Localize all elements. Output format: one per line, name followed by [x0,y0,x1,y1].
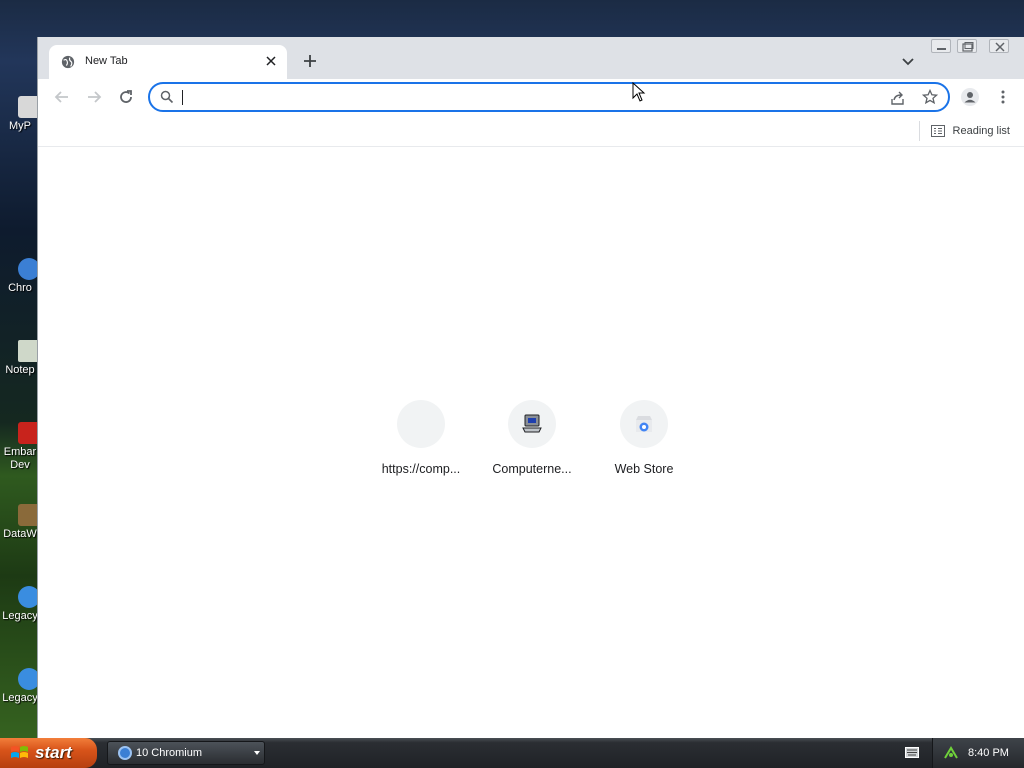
close-icon [266,56,276,66]
clock[interactable]: 8:40 PM [968,747,1009,759]
desktop-icon-label: DataW [3,528,37,540]
desktop-icon-label: MyP [9,120,31,132]
taskbar-button-label: 10 Chromium [136,747,203,759]
shortcut-label: Web Store [614,462,674,476]
search-icon [160,90,174,104]
desktop-icon-label: Legacy [2,692,38,704]
share-icon[interactable] [890,90,906,106]
computer-favicon-icon [508,400,556,448]
shortcut-tile[interactable]: https://comp... [371,400,471,476]
reading-list-icon [930,125,945,137]
desktop-icon-label: Notep [5,364,35,376]
close-icon [995,42,1005,52]
text-caret [182,90,183,105]
chromium-icon [118,746,132,760]
shortcut-label: Computerne... [492,462,572,476]
new-tab-page: https://comp... Computerne... Web Store [38,148,1024,738]
address-input[interactable] [180,88,880,106]
arrow-right-icon[interactable] [84,87,104,107]
minimize-icon [937,48,946,50]
reading-list-label: Reading list [952,125,1010,137]
start-button[interactable]: start [0,738,97,768]
dropdown-arrow-icon [254,751,260,755]
star-icon[interactable] [922,89,938,105]
taskbar-chromium-group[interactable]: 10 Chromium [107,741,265,765]
windows-logo-icon [11,746,28,758]
system-tray: 8:40 PM [932,738,1024,768]
tab-new-tab[interactable]: New Tab [49,45,287,79]
shortcut-label: https://comp... [381,462,461,476]
desktop-icon-legacy-2[interactable]: Legacy [0,668,40,705]
separator [919,121,920,141]
omnibox[interactable] [148,82,950,112]
network-icon[interactable] [943,746,959,760]
browser-window: New Tab Reading list https://comp... Com… [37,37,1024,738]
desktop-icon-label: Embar Dev [3,446,37,471]
shortcut-tile[interactable]: Computerne... [482,400,582,476]
blank-favicon-icon [397,400,445,448]
desktop-icon-legacy-1[interactable]: Legacy [0,586,40,623]
taskbar: start 10 Chromium 8:40 PM [0,738,1024,768]
toolbar [38,79,1024,115]
desktop-icon-embarcadero[interactable]: Embar Dev [0,422,40,472]
tab-strip: New Tab [38,37,1024,79]
desktop-icon-myp[interactable]: MyP [0,96,40,133]
desktop-icon-dataw[interactable]: DataW [0,504,40,541]
profile-icon[interactable] [960,87,980,107]
restore-button[interactable] [957,39,977,53]
restore-icon [962,42,974,52]
web-store-favicon-icon [620,400,668,448]
start-label: start [35,743,72,762]
chevron-down-icon[interactable] [900,53,916,69]
desktop-icon-chromium[interactable]: Chro [0,258,40,295]
kebab-menu-icon[interactable] [993,87,1013,107]
shortcut-tile[interactable]: Web Store [594,400,694,476]
tab-close-button[interactable] [263,53,279,69]
mouse-cursor-icon [632,82,646,102]
globe-icon [61,55,75,69]
new-tab-button[interactable] [300,51,320,71]
plus-icon [304,55,316,67]
window-close-button[interactable] [989,39,1009,53]
minimize-button[interactable] [931,39,951,53]
reading-list-button[interactable]: Reading list [930,121,1010,141]
desktop-icon-label: Chro [8,282,32,294]
desktop-icon-notepad[interactable]: Notep [0,340,40,377]
reload-icon[interactable] [116,87,136,107]
tab-title: New Tab [85,55,128,67]
bookmark-bar: Reading list [38,115,1024,147]
arrow-left-icon[interactable] [52,87,72,107]
desktop-icon-label: Legacy [2,610,38,622]
keyboard-icon[interactable] [905,747,919,758]
